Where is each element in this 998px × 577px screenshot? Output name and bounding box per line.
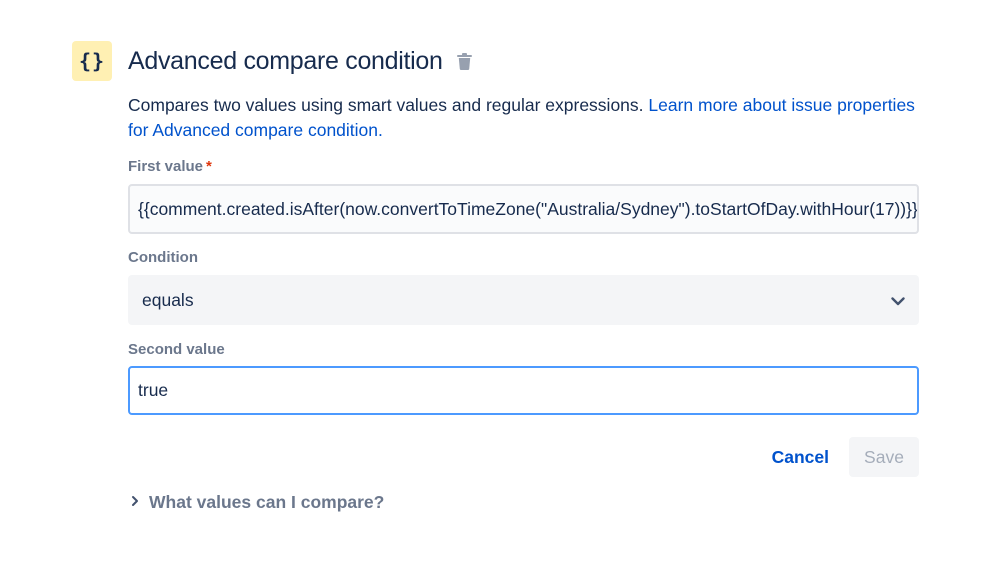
- save-button[interactable]: Save: [849, 437, 919, 477]
- help-expander-label: What values can I compare?: [149, 492, 385, 512]
- condition-select[interactable]: equals: [128, 275, 919, 325]
- first-value-label: First value *: [128, 157, 919, 177]
- page-title: Advanced compare condition: [128, 46, 443, 75]
- chevron-down-icon: [891, 290, 905, 311]
- condition-form: Compares two values using smart values a…: [128, 93, 919, 415]
- description-text: Compares two values using smart values a…: [128, 95, 649, 115]
- second-value-input[interactable]: true: [128, 366, 919, 415]
- help-expander[interactable]: What values can I compare?: [131, 492, 384, 513]
- required-mark: *: [206, 158, 212, 175]
- condition-selected-value: equals: [142, 289, 194, 310]
- form-actions: Cancel Save: [760, 437, 919, 477]
- first-value-input[interactable]: {{comment.created.isAfter(now.convertToT…: [128, 184, 919, 234]
- description: Compares two values using smart values a…: [128, 93, 919, 143]
- first-value-text: {{comment.created.isAfter(now.convertToT…: [138, 198, 918, 219]
- second-value-label: Second value: [128, 341, 225, 358]
- chevron-right-icon: [131, 494, 139, 512]
- condition-header: {} Advanced compare condition: [72, 41, 473, 81]
- cancel-button[interactable]: Cancel: [760, 437, 841, 477]
- braces-icon: {}: [72, 41, 112, 81]
- second-value-text: true: [138, 380, 169, 400]
- first-value-label-text: First value: [128, 158, 204, 175]
- trash-icon[interactable]: [457, 52, 473, 70]
- condition-label: Condition: [128, 249, 198, 266]
